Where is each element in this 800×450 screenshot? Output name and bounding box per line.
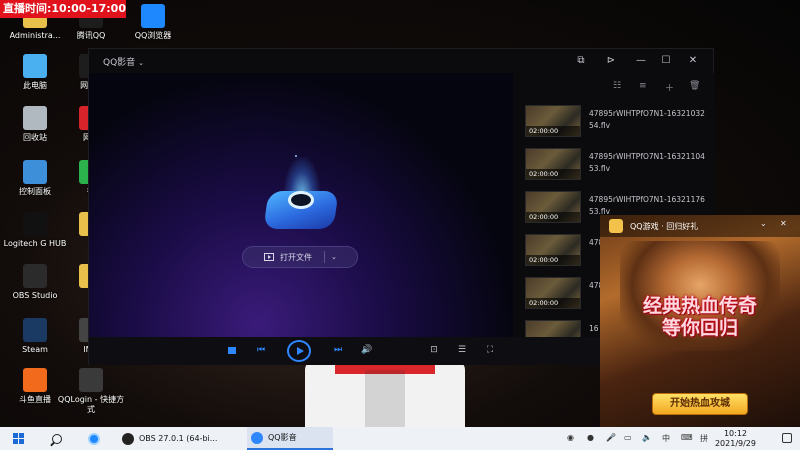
taskbar-app-label: QQ影音 <box>268 433 297 442</box>
qq-game-logo-icon <box>609 219 623 233</box>
stop-icon[interactable] <box>228 347 236 354</box>
wallpaper-figure <box>305 360 465 430</box>
qqlogin-icon <box>79 368 103 392</box>
start-button[interactable] <box>13 427 24 450</box>
playlist-mode-icon[interactable]: ≡ <box>639 81 647 91</box>
windows-icon <box>13 433 24 444</box>
ad-subheadline: 等你回归 <box>661 317 738 339</box>
taskbar-app-obs[interactable]: OBS 27.0.1 (64-bi... <box>122 427 242 450</box>
screenshot-tool-icon[interactable]: ⊡ <box>428 345 440 356</box>
obs-icon <box>23 264 47 288</box>
ad-cta-button[interactable]: 开始热血攻城 <box>652 393 748 415</box>
tray-qq-icon[interactable]: ◉ <box>567 433 574 442</box>
settings-icon[interactable]: ☰ <box>456 345 468 356</box>
desktop-icon-label: QQLogin - 快捷方式 <box>57 395 125 414</box>
close-icon[interactable]: ✕ <box>684 52 702 70</box>
add-icon[interactable]: ＋ <box>665 81 674 94</box>
desktop-icon-label: 腾讯QQ <box>76 31 106 40</box>
search-button[interactable] <box>52 427 62 450</box>
fullscreen-icon[interactable]: ⛶ <box>484 345 496 356</box>
maximize-icon[interactable]: ☐ <box>657 52 675 70</box>
taskbar-app-label: OBS 27.0.1 (64-bi... <box>139 434 218 443</box>
next-icon[interactable]: ⏭ <box>331 345 345 355</box>
douyu-icon <box>23 368 47 392</box>
video-thumbnail: 02:00:00 <box>525 191 581 223</box>
video-duration: 02:00:00 <box>526 212 580 222</box>
tray-record-icon[interactable]: ● <box>587 433 594 442</box>
video-duration: 02:00:00 <box>526 255 580 265</box>
qq-browser-icon <box>88 432 100 445</box>
desktop-icon[interactable]: QQ浏览器 <box>118 4 188 41</box>
recycle-bin-icon <box>23 106 47 130</box>
computer-icon <box>23 54 47 78</box>
system-clock[interactable]: 10:12 2021/9/29 <box>715 429 756 449</box>
notification-icon[interactable] <box>782 433 792 443</box>
ime-layout[interactable]: 拼 <box>700 433 708 444</box>
microphone-icon[interactable]: 🎤 <box>606 433 616 442</box>
ime-switch-icon[interactable]: ⌨ <box>681 433 693 442</box>
list-view-icon[interactable]: ☷ <box>613 81 621 91</box>
taskbar-app-qq-player[interactable]: QQ影音 <box>247 427 333 450</box>
qq-player-logo <box>262 157 342 241</box>
video-filename: 47895rWIHTPfO7N1-1632103254.flv <box>589 109 705 130</box>
player-title: QQ影音 <box>103 58 136 68</box>
chevron-down-icon: ⌄ <box>138 59 145 67</box>
video-thumbnail: 02:00:00 <box>525 234 581 266</box>
video-thumbnail: 02:00:00 <box>525 277 581 309</box>
previous-icon[interactable]: ⏮ <box>254 345 268 355</box>
ad-header: QQ游戏 · 回归好礼 ⌄ ✕ <box>600 215 800 237</box>
desktop-icon-label: QQ浏览器 <box>134 31 172 40</box>
display-icon[interactable]: ▭ <box>624 433 632 442</box>
desktop-icon[interactable]: QQLogin - 快捷方式 <box>56 368 126 415</box>
video-duration: 02:00:00 <box>526 126 580 136</box>
logitech-icon <box>23 212 47 236</box>
video-duration: 02:00:00 <box>526 169 580 179</box>
qq-browser-icon <box>141 4 165 28</box>
ad-title: QQ游戏 · 回归好礼 <box>630 222 699 231</box>
ad-close-icon[interactable]: ✕ <box>780 219 787 228</box>
video-thumbnail: 02:00:00 <box>525 148 581 180</box>
video-canvas[interactable]: 打开文件 ⌄ <box>89 73 513 337</box>
open-file-icon <box>264 253 274 261</box>
clock-date: 2021/9/29 <box>714 439 756 448</box>
chevron-down-icon[interactable]: ⌄ <box>331 253 337 261</box>
minimize-icon[interactable]: — <box>632 52 650 70</box>
speaker-icon[interactable]: 🔈 <box>642 433 652 442</box>
ime-mode[interactable]: 中 <box>662 433 670 444</box>
search-icon <box>52 433 62 444</box>
delete-icon[interactable]: 🗑 <box>689 81 700 91</box>
volume-icon[interactable]: 🔊 <box>360 345 374 355</box>
playlist-item[interactable]: 02:00:00 47895rWIHTPfO7N1-1632110453.flv <box>525 148 715 184</box>
player-menu-button[interactable]: QQ影音 ⌄ <box>103 55 144 68</box>
qq-player-icon <box>251 431 263 444</box>
video-thumbnail: 02:00:00 <box>525 105 581 137</box>
ad-minimize-icon[interactable]: ⌄ <box>760 219 767 228</box>
open-file-label: 打开文件 <box>280 252 312 262</box>
screenshot-icon[interactable]: ⧉ <box>572 52 590 70</box>
pin-icon[interactable]: ⊳ <box>602 52 620 70</box>
video-duration: 02:00:00 <box>526 298 580 308</box>
live-time-banner: 直播时间:10:00-17:00 <box>0 0 126 18</box>
playlist-item[interactable]: 02:00:00 47895rWIHTPfO7N1-1632103254.flv <box>525 105 715 141</box>
steam-icon <box>23 318 47 342</box>
taskbar-qq-browser[interactable] <box>88 427 105 450</box>
obs-icon <box>122 432 134 445</box>
video-filename: 47895rWIHTPfO7N1-1632110453.flv <box>589 152 705 173</box>
open-file-button[interactable]: 打开文件 ⌄ <box>242 246 358 268</box>
control-panel-icon <box>23 160 47 184</box>
taskbar: OBS 27.0.1 (64-bi... QQ影音 ◉ ● 🎤 ▭ 🔈 中 ⌨ … <box>0 427 800 450</box>
ad-popup[interactable]: QQ游戏 · 回归好礼 ⌄ ✕ 经典热血传奇 等你回归 开始热血攻城 <box>600 215 800 427</box>
clock-time: 10:12 <box>723 429 748 438</box>
player-titlebar[interactable]: QQ影音 ⌄ ⧉ ⊳ — ☐ ✕ <box>89 49 713 73</box>
play-button[interactable] <box>287 340 311 362</box>
